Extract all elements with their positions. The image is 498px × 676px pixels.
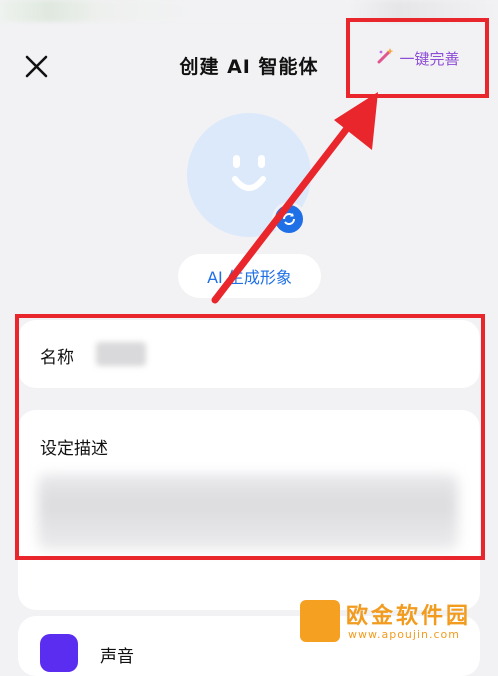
one-click-polish-button[interactable]: 一键完善 xyxy=(346,18,489,98)
watermark-url: www.apoujin.com xyxy=(348,628,460,641)
name-label: 名称 xyxy=(40,348,74,368)
magic-wand-icon xyxy=(375,46,395,70)
avatar-edit-button[interactable] xyxy=(272,202,306,236)
polish-label: 一键完善 xyxy=(399,49,460,68)
ai-generate-avatar-button[interactable]: AI 生成形象 xyxy=(178,254,321,298)
voice-label: 声音 xyxy=(100,647,134,667)
refresh-icon xyxy=(283,213,295,225)
description-field[interactable]: 设定描述 xyxy=(18,410,480,610)
voice-icon xyxy=(40,634,78,672)
name-field[interactable]: 名称 xyxy=(18,320,480,388)
name-input-value[interactable] xyxy=(96,342,146,366)
watermark: 欧金软件园 www.apoujin.com xyxy=(296,600,496,648)
description-label: 设定描述 xyxy=(40,439,108,459)
watermark-logo xyxy=(300,600,340,642)
watermark-text: 欧金软件园 xyxy=(346,604,472,629)
description-input-value[interactable] xyxy=(38,474,458,550)
